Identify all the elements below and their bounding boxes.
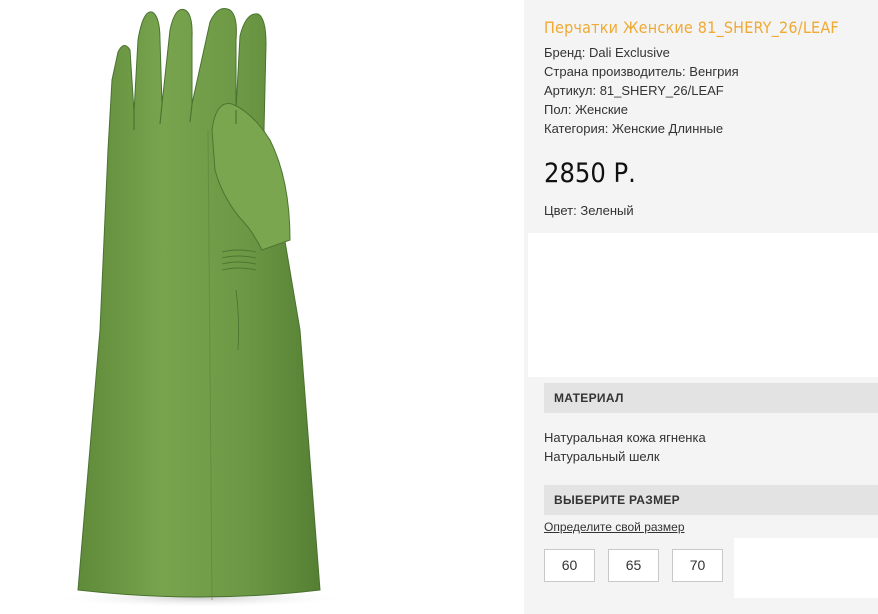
product-color: Цвет: Зеленый	[544, 203, 634, 218]
size-header: ВЫБЕРИТЕ РАЗМЕР	[544, 485, 878, 515]
size-guide-link[interactable]: Определите свой размер	[544, 520, 685, 534]
product-image-pane	[0, 0, 524, 614]
material-line: Натуральная кожа ягненка	[544, 430, 706, 445]
product-category: Категория: Женские Длинные	[544, 121, 724, 136]
size-option-60[interactable]: 60	[544, 549, 595, 582]
blank-area	[528, 233, 878, 377]
material-line: Натуральный шелк	[544, 449, 660, 464]
product-country: Страна производитель: Венгрия	[544, 64, 739, 79]
product-gender: Пол: Женские	[544, 102, 629, 117]
green-glove-image[interactable]	[0, 0, 524, 614]
product-brand: Бренд: Dali Exclusive	[544, 45, 670, 60]
material-header: МАТЕРИАЛ	[544, 383, 878, 413]
size-option-70[interactable]: 70	[672, 549, 723, 582]
product-sku: Артикул: 81_SHERY_26/LEAF	[544, 83, 724, 98]
product-price: 2850 Р.	[544, 158, 636, 189]
product-title: Перчатки Женские 81_SHERY_26/LEAF	[544, 18, 839, 37]
blank-area	[734, 538, 878, 598]
size-option-65[interactable]: 65	[608, 549, 659, 582]
product-info-panel: Перчатки Женские 81_SHERY_26/LEAF Бренд:…	[524, 0, 878, 614]
